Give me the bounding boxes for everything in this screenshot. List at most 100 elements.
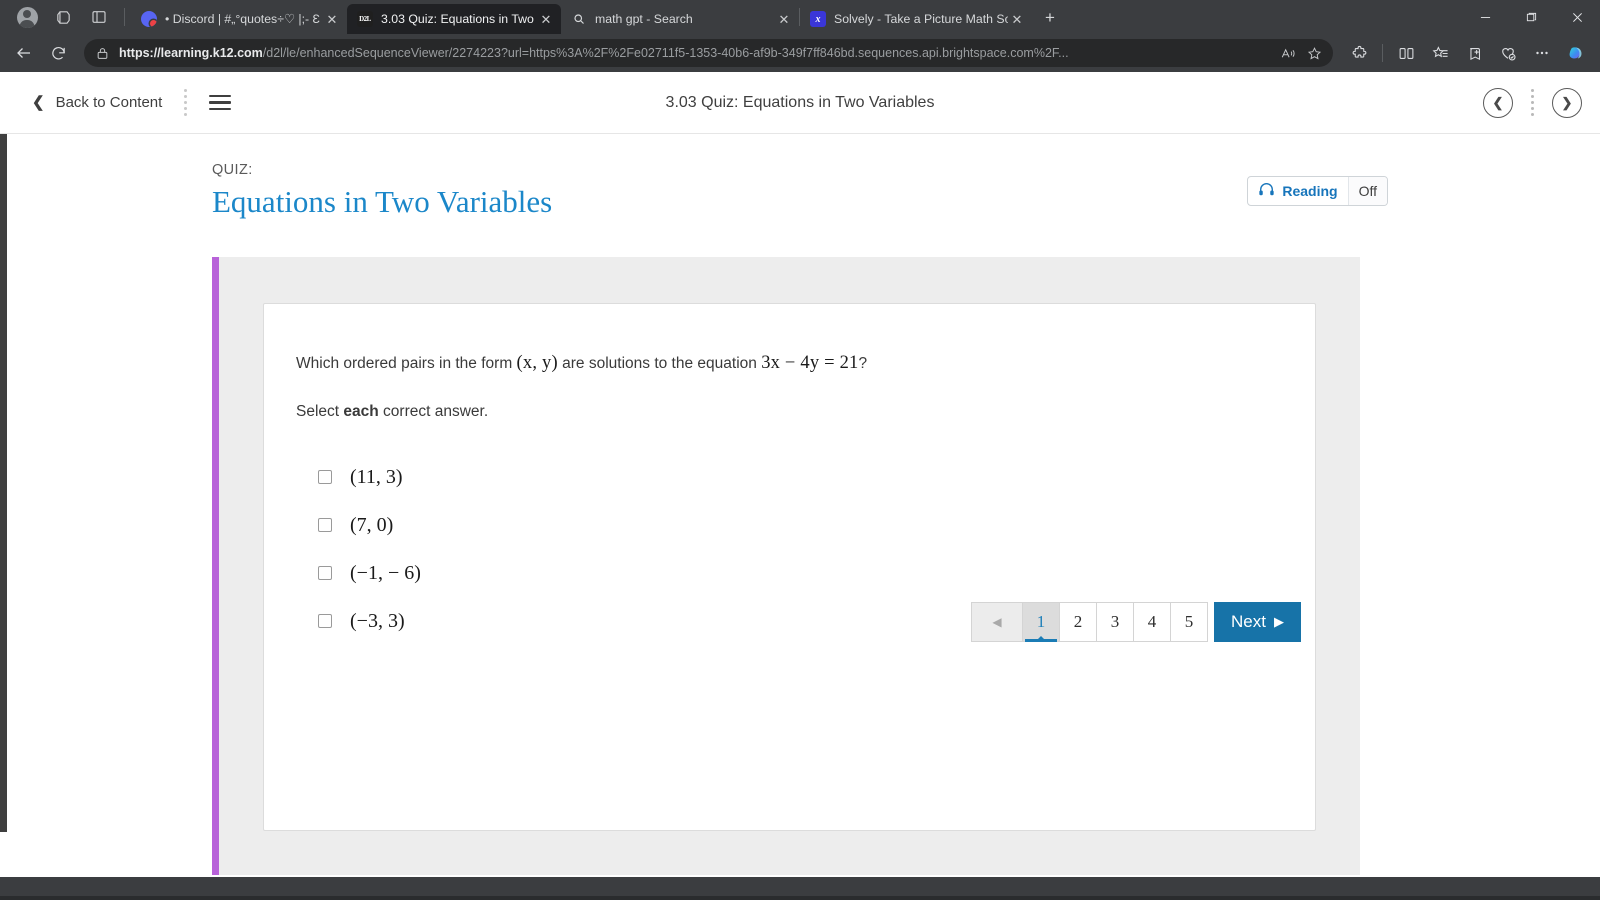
- pagination-page-2[interactable]: 2: [1060, 601, 1098, 642]
- url-domain: https://learning.k12.com: [119, 46, 263, 60]
- solvely-icon: x: [810, 11, 826, 27]
- answer-choice-3[interactable]: (−1, − 6): [318, 549, 1279, 597]
- tab-strip: • Discord | #„°quotes÷♡ |;- Ɛ 📳o... ✕ D2…: [131, 0, 1064, 34]
- navbar-right-tools: [1343, 38, 1592, 68]
- tab-title: 3.03 Quiz: Equations in Two Variabl: [381, 12, 537, 26]
- url-path: /d2l/le/enhancedSequenceViewer/2274223?u…: [262, 46, 1069, 60]
- quiz-kicker: QUIZ:: [212, 162, 253, 178]
- triangle-left-icon: ◀: [992, 614, 1002, 629]
- pagination-prev-button[interactable]: ◀: [971, 601, 1024, 642]
- close-icon[interactable]: ✕: [775, 10, 793, 28]
- close-icon[interactable]: ✕: [537, 10, 555, 28]
- split-screen-icon[interactable]: [1390, 38, 1422, 68]
- answer-choice-2[interactable]: (7, 0): [318, 501, 1279, 549]
- browser-tab-quiz[interactable]: D2L 3.03 Quiz: Equations in Two Variabl …: [347, 4, 561, 34]
- circle-chevron-left-icon[interactable]: ❮: [1483, 87, 1513, 118]
- workspaces-icon[interactable]: [46, 2, 80, 32]
- pagination-page-5[interactable]: 5: [1171, 601, 1209, 642]
- vertical-dots-icon[interactable]: [1531, 89, 1534, 116]
- lms-header: ❮ Back to Content 3.03 Quiz: Equations i…: [0, 72, 1600, 134]
- question-middle: are solutions to the equation: [557, 354, 762, 372]
- triangle-right-icon: ▶: [1274, 613, 1284, 629]
- tab-title: • Discord | #„°quotes÷♡ |;- Ɛ 📳o...: [165, 11, 323, 26]
- math-equation: 3x − 4y = 21: [761, 352, 859, 373]
- add-to-collections-icon[interactable]: [1458, 38, 1490, 68]
- pagination-page-1[interactable]: 1: [1023, 601, 1061, 642]
- quiz-heading: QUIZ: Equations in Two Variables: [212, 162, 552, 220]
- new-tab-button[interactable]: +: [1036, 4, 1064, 32]
- back-icon[interactable]: [8, 38, 40, 68]
- checkbox-icon[interactable]: [318, 614, 332, 629]
- quiz-heading-row: QUIZ: Equations in Two Variables Reading: [0, 134, 1600, 220]
- quiz-title: Equations in Two Variables: [212, 184, 553, 219]
- reading-text: Reading: [1282, 183, 1338, 199]
- d2l-icon: D2L: [357, 11, 373, 27]
- hamburger-menu-icon[interactable]: [201, 89, 239, 117]
- page-left-rail: [0, 72, 7, 832]
- lms-header-nav: ❮ ❯: [1483, 87, 1582, 118]
- answer-choice-label: (−3, 3): [350, 609, 405, 632]
- reading-state[interactable]: Off: [1347, 177, 1387, 205]
- account-avatar-icon[interactable]: [10, 2, 44, 32]
- circle-chevron-right-icon[interactable]: ❯: [1552, 87, 1582, 118]
- browser-tab-solvely[interactable]: x Solvely - Take a Picture Math Solv ✕: [800, 4, 1032, 34]
- instruction-emphasis: each: [343, 403, 379, 421]
- star-favorite-icon[interactable]: [1301, 41, 1327, 65]
- copilot-icon[interactable]: [1560, 38, 1592, 68]
- browser-tab-discord[interactable]: • Discord | #„°quotes÷♡ |;- Ɛ 📳o... ✕: [131, 4, 347, 34]
- read-aloud-icon[interactable]: [1275, 41, 1301, 65]
- answer-choice-label: (−1, − 6): [350, 561, 421, 584]
- checkbox-icon[interactable]: [318, 566, 332, 581]
- close-icon[interactable]: ✕: [323, 10, 341, 28]
- tab-actions-icon[interactable]: [82, 2, 116, 32]
- question-prefix: Which ordered pairs in the form: [296, 354, 517, 372]
- close-icon[interactable]: ✕: [1008, 10, 1026, 28]
- browser-window: • Discord | #„°quotes÷♡ |;- Ɛ 📳o... ✕ D2…: [0, 0, 1600, 900]
- next-question-button[interactable]: Next ▶: [1214, 601, 1301, 642]
- address-bar-url: https://learning.k12.com/d2l/le/enhanced…: [119, 46, 1275, 60]
- titlebar-divider: [124, 8, 125, 26]
- question-card: Which ordered pairs in the form (x, y) a…: [263, 302, 1316, 831]
- checkbox-icon[interactable]: [318, 470, 332, 485]
- minimize-button[interactable]: [1462, 0, 1508, 34]
- pagination-page-4[interactable]: 4: [1134, 601, 1172, 642]
- settings-more-icon[interactable]: [1526, 38, 1558, 68]
- discord-icon: [141, 11, 157, 27]
- browser-titlebar: • Discord | #„°quotes÷♡ |;- Ɛ 📳o... ✕ D2…: [0, 0, 1600, 34]
- reading-toggle-label: Reading: [1248, 177, 1347, 205]
- pagination-page-3[interactable]: 3: [1097, 601, 1135, 642]
- math-ordered-pair: (x, y): [516, 352, 558, 373]
- quiz-content-band: Which ordered pairs in the form (x, y) a…: [212, 256, 1360, 875]
- favorites-list-icon[interactable]: [1424, 38, 1456, 68]
- site-lock-icon[interactable]: [96, 47, 109, 60]
- close-button[interactable]: [1554, 0, 1600, 34]
- answer-choice-1[interactable]: (11, 3): [318, 453, 1279, 501]
- headphones-icon: [1258, 182, 1275, 200]
- navbar-divider: [1382, 44, 1383, 62]
- tab-title: math gpt - Search: [595, 12, 693, 26]
- page-body: QUIZ: Equations in Two Variables Reading: [0, 134, 1600, 875]
- back-to-content-button[interactable]: ❮ Back to Content: [18, 88, 170, 117]
- page-title: 3.03 Quiz: Equations in Two Variables: [665, 93, 935, 111]
- address-bar[interactable]: https://learning.k12.com/d2l/le/enhanced…: [84, 39, 1333, 67]
- reading-toggle[interactable]: Reading Off: [1247, 176, 1388, 206]
- tab-title: Solvely - Take a Picture Math Solv: [834, 12, 1008, 26]
- question-instruction: Select each correct answer.: [296, 403, 1279, 421]
- window-controls: [1462, 0, 1600, 34]
- page-viewport: ❮ Back to Content 3.03 Quiz: Equations i…: [0, 72, 1600, 900]
- answer-choice-label: (7, 0): [350, 513, 394, 536]
- next-button-label: Next: [1231, 611, 1266, 631]
- refresh-icon[interactable]: [42, 38, 74, 68]
- chevron-left-icon: ❮: [32, 94, 45, 111]
- checkbox-icon[interactable]: [318, 518, 332, 533]
- page-footer-edge: [0, 896, 1600, 900]
- back-to-content-label: Back to Content: [55, 94, 163, 111]
- browser-tab-search[interactable]: math gpt - Search ✕: [561, 4, 799, 34]
- question-text: Which ordered pairs in the form (x, y) a…: [296, 350, 1279, 378]
- maximize-button[interactable]: [1508, 0, 1554, 34]
- question-suffix: ?: [858, 354, 868, 372]
- extensions-puzzle-icon[interactable]: [1343, 38, 1375, 68]
- browser-essentials-icon[interactable]: [1492, 38, 1524, 68]
- instruction-pre: Select: [296, 403, 344, 421]
- instruction-post: correct answer.: [378, 403, 489, 421]
